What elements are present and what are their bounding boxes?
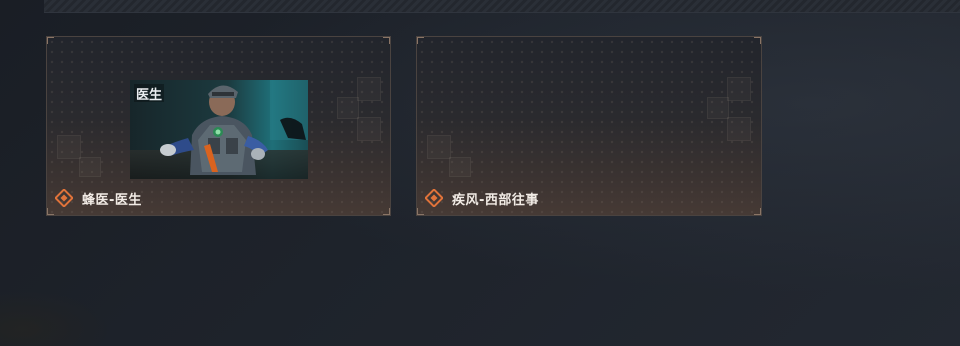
- diamond-icon: [55, 189, 73, 207]
- thumbnail-logo-text: 医生: [136, 87, 162, 103]
- decorative-square: [707, 97, 729, 119]
- decorative-square: [727, 77, 751, 101]
- video-thumbnail[interactable]: 医生: [130, 80, 308, 179]
- decorative-square: [57, 135, 81, 159]
- page: 医生 蜂医-医生 疾风-西部往事: [0, 0, 960, 346]
- card-title: 蜂医-医生: [82, 192, 142, 208]
- decorative-square: [357, 77, 381, 101]
- video-card-gale-western[interactable]: 疾风-西部往事: [416, 36, 762, 216]
- thumbnail-image: 医生: [130, 80, 308, 179]
- decorative-square: [727, 117, 751, 141]
- corner-accent: [754, 37, 761, 44]
- corner-accent: [47, 208, 54, 215]
- background-shade: [0, 290, 110, 346]
- decorative-square: [427, 135, 451, 159]
- corner-accent: [417, 208, 424, 215]
- corner-accent: [383, 208, 390, 215]
- decorative-square: [449, 157, 471, 177]
- corner-accent: [47, 37, 54, 44]
- top-decorative-strip: [44, 0, 960, 13]
- video-card-bee-doctor[interactable]: 医生 蜂医-医生: [46, 36, 391, 216]
- corner-accent: [417, 37, 424, 44]
- diamond-icon: [425, 189, 443, 207]
- card-footer: 疾风-西部往事: [425, 187, 539, 209]
- decorative-square: [79, 157, 101, 177]
- decorative-square: [357, 117, 381, 141]
- card-footer: 蜂医-医生: [55, 187, 142, 209]
- corner-accent: [383, 37, 390, 44]
- card-title: 疾风-西部往事: [452, 192, 539, 208]
- corner-accent: [754, 208, 761, 215]
- decorative-square: [337, 97, 359, 119]
